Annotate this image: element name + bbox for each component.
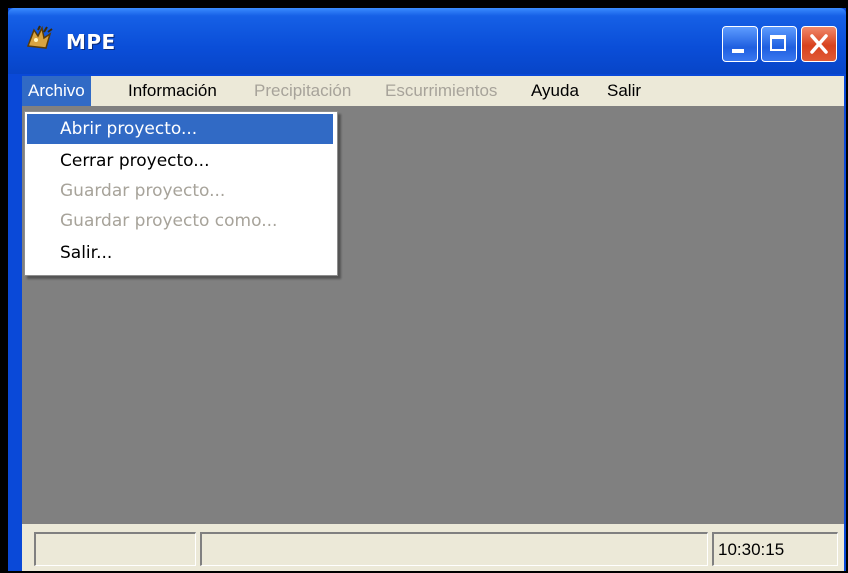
menu-precipitacion[interactable]: Precipitación	[248, 76, 357, 106]
menu-archivo[interactable]: Archivo	[22, 76, 91, 106]
menu-item-cerrar-proyecto[interactable]: Cerrar proyecto...	[27, 146, 333, 176]
menu-escurrimientos[interactable]: Escurrimientos	[379, 76, 503, 106]
window-title: MPE	[66, 30, 116, 54]
status-clock: 10:30:15	[712, 532, 838, 566]
minimize-button[interactable]	[722, 26, 758, 62]
close-button[interactable]	[801, 26, 837, 62]
status-panel-2	[200, 532, 708, 566]
menu-bar: Archivo Información Precipitación Escurr…	[22, 76, 844, 106]
menu-item-salir[interactable]: Salir...	[27, 238, 333, 268]
status-panel-1	[34, 532, 196, 566]
menu-informacion[interactable]: Información	[122, 76, 223, 106]
maximize-icon	[770, 35, 786, 51]
status-bar: 10:30:15	[22, 524, 844, 571]
mpe-app-icon	[26, 25, 53, 49]
maximize-button[interactable]	[761, 26, 797, 62]
menu-item-guardar-proyecto[interactable]: Guardar proyecto...	[27, 176, 333, 206]
archivo-dropdown: Abrir proyecto... Cerrar proyecto... Gua…	[24, 111, 338, 276]
title-bar[interactable]: MPE	[8, 8, 846, 74]
menu-item-abrir-proyecto[interactable]: Abrir proyecto...	[27, 114, 333, 144]
menu-ayuda[interactable]: Ayuda	[525, 76, 585, 106]
menu-item-guardar-proyecto-como[interactable]: Guardar proyecto como...	[27, 206, 333, 236]
main-window: MPE Archivo Información Precipitación Es…	[8, 8, 846, 571]
close-icon	[810, 34, 828, 54]
minimize-icon	[732, 49, 744, 53]
menu-salir[interactable]: Salir	[601, 76, 647, 106]
